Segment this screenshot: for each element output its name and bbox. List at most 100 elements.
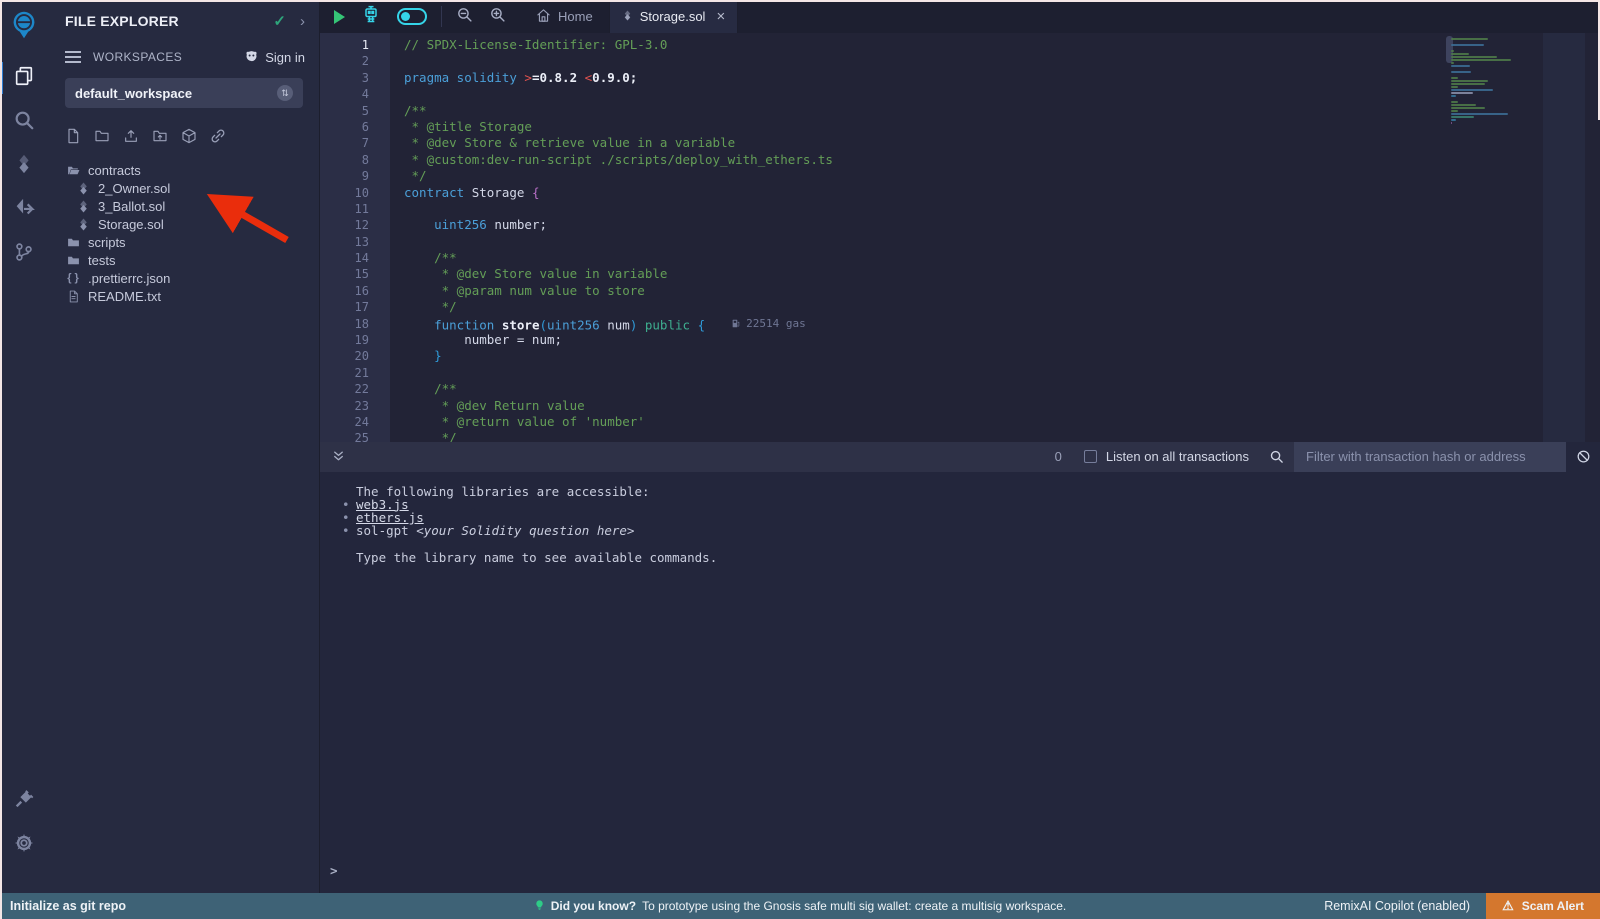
tree-item-3-ballot-sol[interactable]: 3_Ballot.sol (47, 197, 319, 215)
editor-toolbar: Home Storage.sol × (320, 0, 1600, 33)
copilot-status[interactable]: RemixAI Copilot (enabled) (1324, 899, 1470, 913)
new-file-icon[interactable] (65, 128, 81, 149)
minimap[interactable] (1451, 38, 1543, 125)
tree-item-scripts[interactable]: scripts (47, 233, 319, 251)
workspace-select[interactable]: default_workspace ⇅ (65, 78, 303, 108)
code-line[interactable]: 10contract Storage { (320, 185, 1600, 201)
tree-item-readme-txt[interactable]: README.txt (47, 287, 319, 305)
copilot-toggle[interactable] (397, 8, 427, 25)
code-line[interactable]: 8 * @custom:dev-run-script ./scripts/dep… (320, 152, 1600, 168)
sidebar-item-plugin-manager[interactable] (0, 779, 47, 823)
run-script-button[interactable] (334, 10, 345, 24)
code-line[interactable]: 4 (320, 86, 1600, 102)
code-line[interactable]: 22 /** (320, 381, 1600, 397)
json-icon: { } (65, 272, 81, 284)
workspaces-menu-icon[interactable] (65, 48, 81, 66)
code-line[interactable]: 20 } (320, 348, 1600, 364)
transaction-filter-input[interactable] (1294, 442, 1566, 472)
code-line[interactable]: 9 */ (320, 168, 1600, 184)
search-icon (13, 109, 35, 136)
scam-alert-button[interactable]: ⚠ Scam Alert (1486, 893, 1600, 919)
close-tab-icon[interactable]: × (716, 8, 725, 25)
search-icon[interactable] (1269, 449, 1284, 464)
tree-item-label: 2_Owner.sol (98, 181, 170, 196)
code-line[interactable]: 12 uint256 number; (320, 217, 1600, 233)
ipfs-box-icon[interactable] (181, 128, 197, 149)
code-line[interactable]: 15 * @dev Store value in variable (320, 266, 1600, 282)
code-line[interactable]: 7 * @dev Store & retrieve value in a var… (320, 135, 1600, 151)
tree-item-label: contracts (88, 163, 141, 178)
upload-folder-icon[interactable] (152, 128, 168, 149)
code-line[interactable]: 17 */ (320, 299, 1600, 315)
copy-pages-icon (13, 65, 35, 92)
sidebar-item-file-explorer[interactable] (0, 56, 47, 100)
line-number: 18 (320, 316, 390, 332)
code-line[interactable]: 18 function store(uint256 num) public {2… (320, 316, 1600, 332)
tree-item-storage-sol[interactable]: Storage.sol (47, 215, 319, 233)
terminal-collapse-icon[interactable] (332, 450, 345, 463)
code-line[interactable]: 1// SPDX-License-Identifier: GPL-3.0 (320, 37, 1600, 53)
file-tree: contracts 2_Owner.sol3_Ballot.solStorage.… (47, 157, 319, 305)
line-number: 20 (320, 348, 390, 364)
file-actions-toolbar (47, 118, 319, 157)
terminal-prompt[interactable]: > (330, 864, 338, 877)
select-stepper-icon: ⇅ (277, 85, 293, 101)
sidebar-item-search[interactable] (0, 100, 47, 144)
code-line[interactable]: 13 (320, 234, 1600, 250)
terminal-header: 0 Listen on all transactions (320, 442, 1600, 472)
code-line[interactable]: 21 (320, 365, 1600, 381)
zoom-out-button[interactable] (456, 6, 473, 28)
line-number: 17 (320, 299, 390, 315)
tree-item--prettierrc-json[interactable]: { }.prettierrc.json (47, 269, 319, 287)
code-line[interactable]: 3pragma solidity >=0.8.2 <0.9.0; (320, 70, 1600, 86)
folder-open-icon (65, 164, 81, 177)
sidebar-item-solidity-compiler[interactable] (0, 144, 47, 188)
ban-icon[interactable] (1566, 442, 1600, 472)
workspace-select-value: default_workspace (75, 86, 277, 101)
link-icon[interactable] (210, 128, 226, 149)
solidity-file-icon (75, 200, 91, 213)
sidebar-item-deploy-run[interactable] (0, 188, 47, 232)
code-line[interactable]: 5/** (320, 103, 1600, 119)
code-line[interactable]: 19 number = num; (320, 332, 1600, 348)
line-number: 3 (320, 70, 390, 86)
code-line[interactable]: 11 (320, 201, 1600, 217)
code-line[interactable]: 25 */ (320, 430, 1600, 441)
tree-item-2-owner-sol[interactable]: 2_Owner.sol (47, 179, 319, 197)
upload-file-icon[interactable] (123, 128, 139, 149)
line-number: 13 (320, 234, 390, 250)
code-line[interactable]: 2 (320, 53, 1600, 69)
new-folder-icon[interactable] (94, 128, 110, 149)
folder-icon (65, 254, 81, 267)
tree-item-label: scripts (88, 235, 126, 250)
code-line[interactable]: 23 * @dev Return value (320, 398, 1600, 414)
plug-icon (13, 788, 35, 815)
tree-item-tests[interactable]: tests (47, 251, 319, 269)
check-icon: ✓ (273, 12, 286, 30)
code-line[interactable]: 6 * @title Storage (320, 119, 1600, 135)
line-number: 25 (320, 430, 390, 441)
terminal[interactable]: The following libraries are accessible:•… (320, 472, 1600, 894)
listen-checkbox[interactable] (1084, 450, 1097, 463)
remix-logo-icon[interactable] (7, 8, 41, 42)
transaction-count: 0 (1055, 449, 1062, 464)
sidebar-item-git[interactable] (0, 232, 47, 276)
code-line[interactable]: 24 * @return value of 'number' (320, 414, 1600, 430)
line-number: 11 (320, 201, 390, 217)
window-border (0, 0, 2, 919)
chevron-right-icon[interactable]: › (300, 13, 305, 30)
tab-storage-sol[interactable]: Storage.sol × (609, 0, 739, 33)
git-init-button[interactable]: Initialize as git repo (0, 899, 126, 913)
code-editor[interactable]: 1// SPDX-License-Identifier: GPL-3.023pr… (320, 33, 1600, 442)
tab-home[interactable]: Home (520, 0, 609, 33)
lightbulb-icon (534, 898, 545, 915)
line-number: 8 (320, 152, 390, 168)
minimap-strip (1543, 33, 1585, 442)
sidebar-item-settings[interactable] (0, 823, 47, 867)
sign-in-button[interactable]: Sign in (244, 48, 305, 66)
code-line[interactable]: 14 /** (320, 250, 1600, 266)
tree-item-contracts[interactable]: contracts (47, 161, 319, 179)
zoom-in-button[interactable] (489, 6, 506, 28)
code-line[interactable]: 16 * @param num value to store (320, 283, 1600, 299)
copilot-robot-icon[interactable] (361, 4, 381, 29)
